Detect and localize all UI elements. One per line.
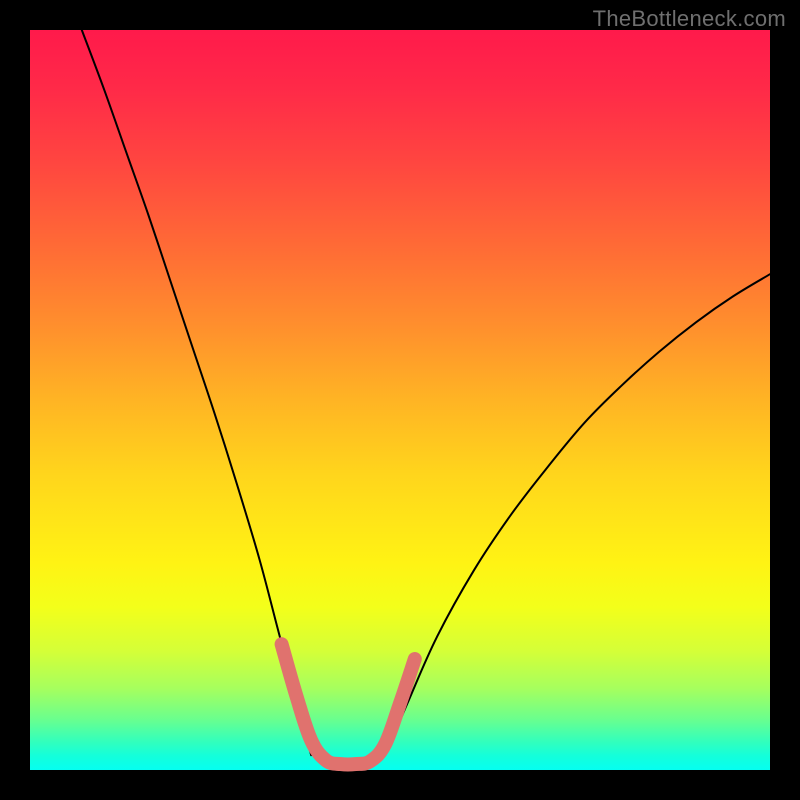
curve-layer: [30, 30, 770, 770]
plot-area: [30, 30, 770, 770]
chart-frame: TheBottleneck.com: [0, 0, 800, 800]
curve-right-branch: [385, 274, 770, 755]
watermark-text: TheBottleneck.com: [593, 6, 786, 32]
curve-bottom-highlight: [282, 644, 415, 764]
